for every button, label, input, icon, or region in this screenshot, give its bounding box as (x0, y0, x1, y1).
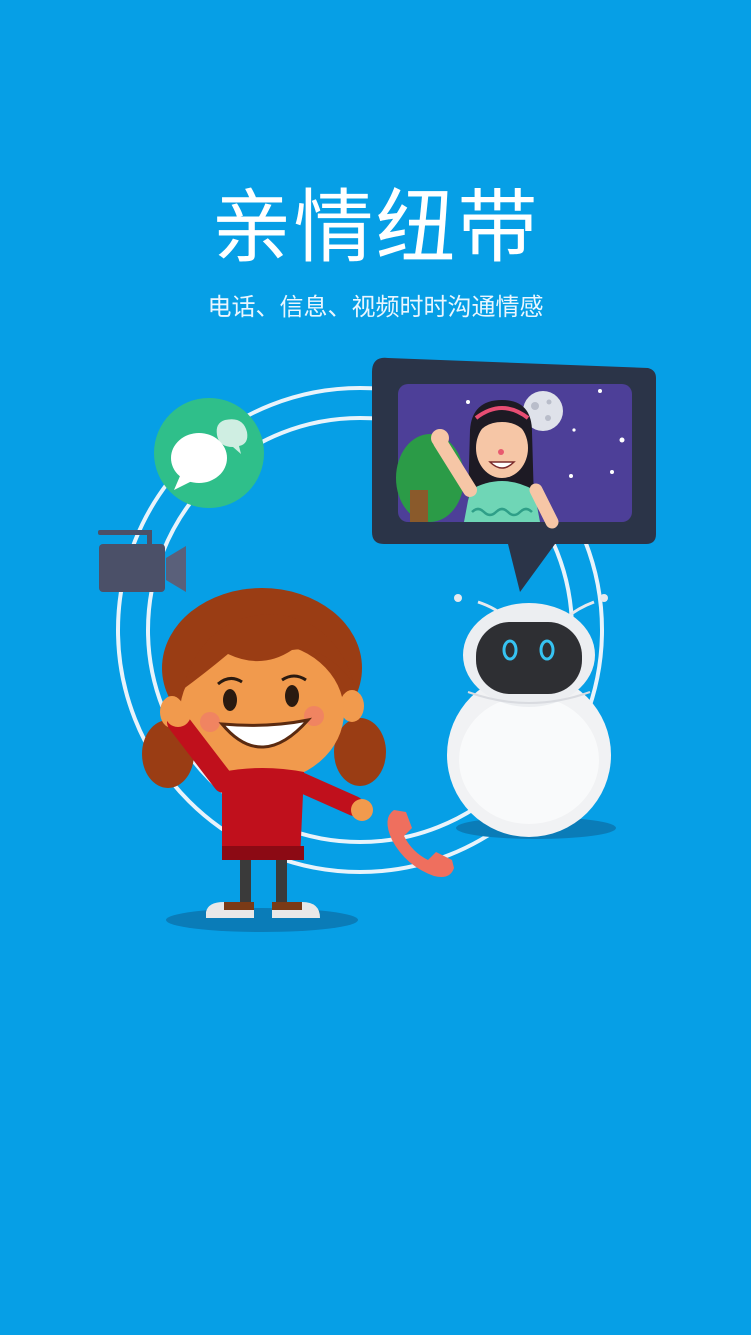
chat-bubble-icon (154, 398, 264, 508)
girl-figure (142, 588, 386, 932)
phone-handset-icon (387, 810, 454, 877)
feature-illustration (98, 357, 656, 932)
robot-figure (447, 594, 616, 839)
page-title: 亲情纽带 (211, 181, 540, 274)
page-subtitle: 电话、信息、视频时时沟通情感 (207, 293, 544, 321)
video-call-bubble (372, 357, 656, 592)
guide-screen: 亲情纽带 电话、信息、视频时时沟通情感 (0, 0, 751, 1335)
video-camera-icon (98, 530, 186, 592)
